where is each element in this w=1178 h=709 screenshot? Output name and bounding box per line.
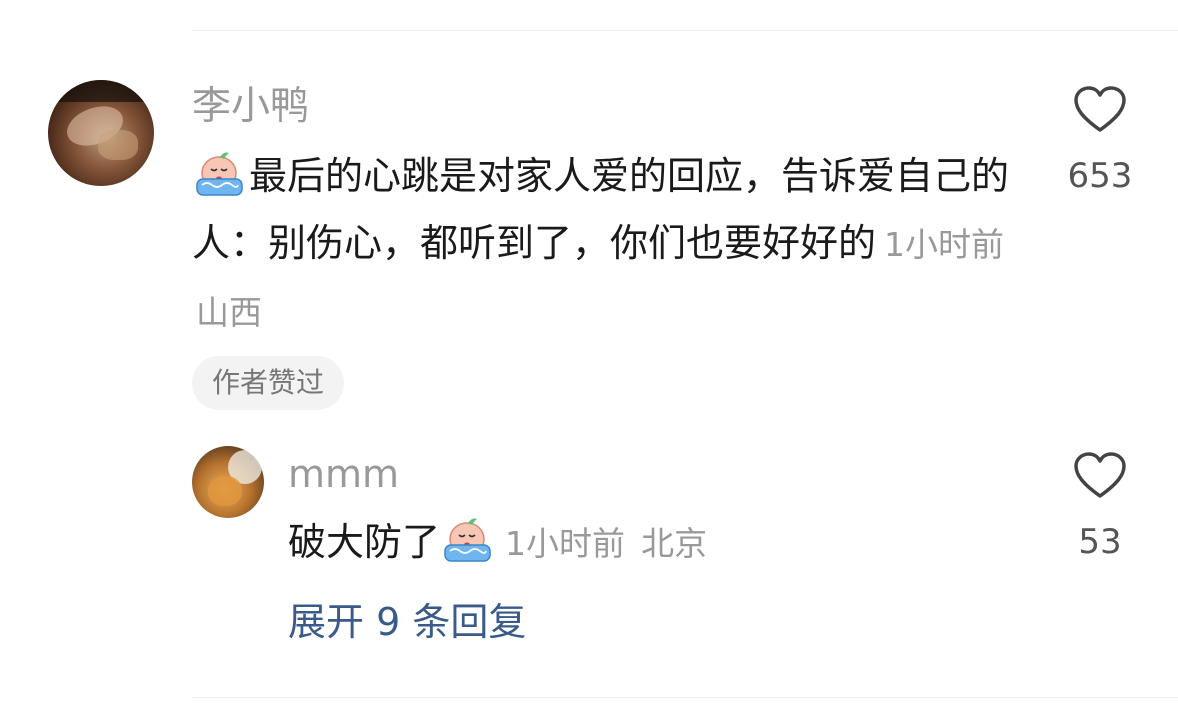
heart-icon (1074, 86, 1126, 132)
comment-text[interactable]: 最后的心跳是对家人爱的回应，告诉爱自己的人：别伤心，都听到了，你们也要好好的 1小… (192, 143, 1022, 346)
commenter-avatar[interactable] (48, 80, 154, 186)
reply-like-button[interactable]: 53 (1045, 452, 1155, 562)
comment-like-count: 653 (1067, 156, 1133, 196)
expand-replies-link[interactable]: 展开 9 条回复 (288, 594, 526, 650)
bottom-divider (192, 697, 1178, 698)
comment-location: 山西 (196, 293, 262, 332)
reply-body: 破大防了 (288, 520, 441, 564)
reply-like-count: 53 (1078, 522, 1122, 562)
top-divider (192, 30, 1178, 31)
reply-text[interactable]: 破大防了 1小时前 北京 (288, 510, 707, 576)
comment-time: 1小时前 (884, 225, 1005, 264)
reply-location: 北京 (641, 524, 708, 563)
crying-face-emoji-icon (444, 518, 491, 562)
heart-icon (1074, 452, 1126, 498)
comment-like-button[interactable]: 653 (1045, 86, 1155, 196)
crying-face-emoji-icon (196, 152, 243, 196)
reply-username[interactable]: mmm (288, 450, 399, 498)
commenter-username[interactable]: 李小鸭 (192, 80, 309, 134)
author-liked-badge: 作者赞过 (192, 356, 345, 410)
reply-time: 1小时前 (505, 524, 626, 563)
reply-avatar[interactable] (192, 446, 264, 518)
